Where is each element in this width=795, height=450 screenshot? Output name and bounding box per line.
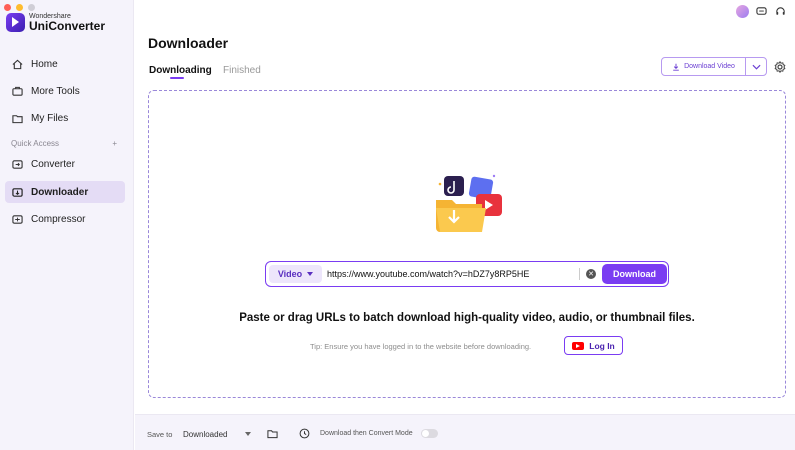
download-video-button[interactable]: Download Video	[662, 58, 746, 75]
tab-finished[interactable]: Finished	[223, 65, 261, 76]
url-input[interactable]	[327, 265, 577, 283]
sidebar-item-label: Downloader	[31, 186, 89, 198]
home-icon	[11, 58, 23, 70]
top-toolbar	[736, 5, 787, 18]
media-type-value: Video	[277, 269, 303, 279]
compressor-icon	[11, 213, 23, 225]
close-window-button[interactable]	[4, 4, 11, 11]
sidebar-item-label: More Tools	[31, 85, 80, 97]
url-input-bar: Video ✕ Download	[265, 261, 669, 287]
save-to-select[interactable]: Downloaded	[177, 426, 257, 442]
sidebar-item-label: Converter	[31, 158, 75, 170]
sidebar-item-my-files[interactable]: My Files	[5, 107, 125, 129]
log-in-label: Log In	[589, 340, 615, 351]
clear-url-icon[interactable]: ✕	[586, 269, 596, 279]
sidebar-item-label: Compressor	[31, 213, 86, 225]
zoom-window-button[interactable]	[28, 4, 35, 11]
message-icon[interactable]	[755, 5, 768, 18]
downloader-icon	[11, 186, 23, 198]
sidebar-item-label: Home	[31, 58, 58, 70]
headset-support-icon[interactable]	[774, 5, 787, 18]
caret-down-icon	[245, 432, 251, 436]
page-title: Downloader	[148, 35, 229, 51]
convert-mode-label: Download then Convert Mode	[320, 430, 413, 437]
downloader-illustration-icon	[436, 174, 502, 232]
sidebar-item-converter[interactable]: Converter	[5, 153, 125, 175]
download-icon	[673, 63, 679, 71]
caret-down-icon	[307, 272, 314, 276]
chevron-down-icon	[751, 64, 761, 70]
media-type-select[interactable]: Video	[269, 265, 322, 283]
files-icon	[11, 112, 23, 124]
sidebar-item-home[interactable]: Home	[5, 53, 125, 75]
sidebar-item-more-tools[interactable]: More Tools	[5, 80, 125, 102]
download-video-button-group: Download Video	[661, 57, 767, 76]
youtube-icon	[572, 341, 585, 350]
quick-access-label: Quick Access	[11, 139, 60, 148]
log-in-button[interactable]: Log In	[564, 336, 623, 355]
open-folder-icon[interactable]	[266, 427, 279, 440]
active-tab-indicator	[170, 77, 184, 79]
sidebar: Wondershare UniConverter Home More Tools…	[0, 0, 134, 450]
footer-bar: Save to Downloaded Download then Convert…	[135, 414, 795, 450]
url-drop-zone[interactable]	[148, 90, 786, 398]
quick-access-header: Quick Access +	[11, 139, 117, 148]
download-options-dropdown[interactable]	[746, 58, 766, 75]
schedule-clock-icon[interactable]	[298, 427, 311, 440]
uniconverter-logo-icon	[6, 13, 25, 32]
minimize-window-button[interactable]	[16, 4, 23, 11]
sidebar-item-label: My Files	[31, 112, 69, 124]
tab-downloading[interactable]: Downloading	[149, 65, 212, 76]
sidebar-item-downloader[interactable]: Downloader	[5, 181, 125, 203]
settings-gear-icon[interactable]	[773, 60, 786, 73]
login-tip-text: Tip: Ensure you have logged in to the we…	[310, 342, 532, 351]
instruction-text: Paste or drag URLs to batch download hig…	[239, 312, 695, 324]
window-controls	[4, 4, 35, 11]
user-avatar[interactable]	[736, 5, 749, 18]
converter-icon	[11, 158, 23, 170]
quick-access-add-button[interactable]: +	[112, 139, 117, 148]
brand-name: UniConverter	[29, 19, 106, 33]
download-button[interactable]: Download	[602, 264, 667, 284]
sidebar-item-compressor[interactable]: Compressor	[5, 208, 125, 230]
convert-mode-toggle[interactable]	[421, 429, 438, 438]
save-to-label: Save to	[147, 430, 173, 439]
app-logo: Wondershare UniConverter	[6, 13, 105, 32]
url-divider	[579, 268, 580, 280]
save-to-value: Downloaded	[183, 429, 228, 439]
tools-icon	[11, 85, 23, 97]
download-video-label: Download Video	[684, 63, 735, 70]
